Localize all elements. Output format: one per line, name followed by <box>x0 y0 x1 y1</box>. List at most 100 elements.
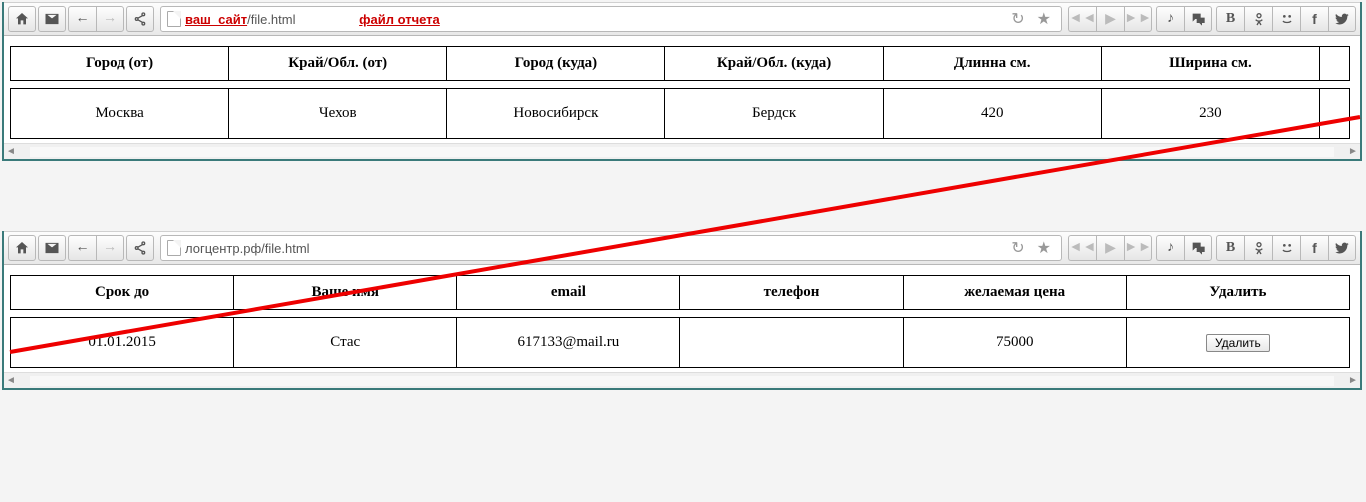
address-text-top: ваш_сайт/file.html файл отчета <box>185 12 1003 27</box>
moimir-button[interactable] <box>1272 235 1300 261</box>
h-scrollbar-top[interactable]: ◄ ► <box>4 143 1360 159</box>
h-scrollbar-bottom[interactable]: ◄ ► <box>4 372 1360 388</box>
col-header: email <box>457 276 680 310</box>
cell-deadline: 01.01.2015 <box>11 318 234 368</box>
col-header-empty <box>1320 47 1350 81</box>
col-header: Город (куда) <box>447 47 665 81</box>
chat-button[interactable] <box>1184 6 1212 32</box>
face-icon <box>1279 240 1295 256</box>
page-icon <box>167 11 181 27</box>
twitter-button[interactable] <box>1328 6 1356 32</box>
cell: 230 <box>1101 89 1319 139</box>
browser-window-top: ← → ваш_сайт/file.html файл отчета ↻ ★ ◄… <box>2 2 1362 161</box>
address-text-bottom: логцентр.рф/file.html <box>185 241 1003 256</box>
bookmark-icon[interactable]: ★ <box>1033 9 1055 29</box>
media-next-button[interactable]: ►► <box>1124 6 1152 32</box>
col-header: Город (от) <box>11 47 229 81</box>
cell-phone <box>680 318 903 368</box>
media-prev-button[interactable]: ◄◄ <box>1068 6 1096 32</box>
mail-icon <box>44 240 60 256</box>
facebook-button[interactable]: f <box>1300 6 1328 32</box>
col-header: Длинна см. <box>883 47 1101 81</box>
cell: Новосибирск <box>447 89 665 139</box>
music-button[interactable]: ♪ <box>1156 235 1184 261</box>
moimir-button[interactable] <box>1272 6 1300 32</box>
forward-button[interactable]: → <box>96 235 124 261</box>
scroll-left-icon[interactable]: ◄ <box>4 375 18 386</box>
chat-button[interactable] <box>1184 235 1212 261</box>
bookmark-icon[interactable]: ★ <box>1033 238 1055 258</box>
home-button[interactable] <box>8 235 36 261</box>
cell-empty <box>1320 89 1350 139</box>
ok-button[interactable] <box>1244 235 1272 261</box>
share-icon <box>132 11 148 27</box>
col-header: Срок до <box>11 276 234 310</box>
ok-button[interactable] <box>1244 6 1272 32</box>
annotation-file: файл отчета <box>359 12 440 27</box>
col-header: телефон <box>680 276 903 310</box>
content-area-bottom: Срок до Ваше имя email телефон желаемая … <box>4 265 1360 372</box>
media-next-button[interactable]: ►► <box>1124 235 1152 261</box>
cell-email: 617133@mail.ru <box>457 318 680 368</box>
home-button[interactable] <box>8 6 36 32</box>
scroll-right-icon[interactable]: ► <box>1346 146 1360 157</box>
reload-icon[interactable]: ↻ <box>1007 238 1028 258</box>
nav-buttons-bottom: ← → <box>68 235 124 261</box>
share-button[interactable] <box>126 235 154 261</box>
mail-icon <box>44 11 60 27</box>
table-row: 01.01.2015 Стас 617133@mail.ru 75000 Уда… <box>11 318 1350 368</box>
twitter-icon <box>1334 240 1350 256</box>
toolbar-bottom: ← → логцентр.рф/file.html ↻ ★ ◄◄ ▶ ►► ♪ <box>4 231 1360 265</box>
annotation-site: ваш_сайт <box>185 12 247 27</box>
col-header: Ширина см. <box>1101 47 1319 81</box>
gap <box>0 161 1366 231</box>
table-header-row: Город (от) Край/Обл. (от) Город (куда) К… <box>11 47 1350 81</box>
twitter-icon <box>1334 11 1350 27</box>
address-bar-top[interactable]: ваш_сайт/file.html файл отчета ↻ ★ <box>160 6 1062 32</box>
reload-icon[interactable]: ↻ <box>1007 9 1028 29</box>
page-icon <box>167 240 181 256</box>
back-button[interactable]: ← <box>68 6 96 32</box>
table-header-row: Срок до Ваше имя email телефон желаемая … <box>11 276 1350 310</box>
table-row: Москва Чехов Новосибирск Бердск 420 230 <box>11 89 1350 139</box>
home-icon <box>14 11 30 27</box>
mail-button[interactable] <box>38 235 66 261</box>
media-prev-button[interactable]: ◄◄ <box>1068 235 1096 261</box>
scroll-thumb[interactable] <box>30 376 1334 386</box>
toolbar-top: ← → ваш_сайт/file.html файл отчета ↻ ★ ◄… <box>4 2 1360 36</box>
media-play-button[interactable]: ▶ <box>1096 235 1124 261</box>
cell-delete: Удалить <box>1126 318 1349 368</box>
vk-button[interactable]: B <box>1216 6 1244 32</box>
facebook-button[interactable]: f <box>1300 235 1328 261</box>
data-table-top: Город (от) Край/Обл. (от) Город (куда) К… <box>10 46 1350 139</box>
col-header: желаемая цена <box>903 276 1126 310</box>
col-header: Удалить <box>1126 276 1349 310</box>
right-toolbar-top: ◄◄ ▶ ►► ♪ B f <box>1068 6 1356 32</box>
chat-icon <box>1190 11 1206 27</box>
share-icon <box>132 240 148 256</box>
ok-icon <box>1251 11 1267 27</box>
delete-button[interactable]: Удалить <box>1206 334 1270 352</box>
back-button[interactable]: ← <box>68 235 96 261</box>
scroll-thumb[interactable] <box>30 147 1334 157</box>
forward-button[interactable]: → <box>96 6 124 32</box>
chat-icon <box>1190 240 1206 256</box>
media-play-button[interactable]: ▶ <box>1096 6 1124 32</box>
right-toolbar-bottom: ◄◄ ▶ ►► ♪ B f <box>1068 235 1356 261</box>
music-button[interactable]: ♪ <box>1156 6 1184 32</box>
mail-button[interactable] <box>38 6 66 32</box>
scroll-right-icon[interactable]: ► <box>1346 375 1360 386</box>
scroll-left-icon[interactable]: ◄ <box>4 146 18 157</box>
nav-buttons-top: ← → <box>68 6 124 32</box>
cell-name: Стас <box>234 318 457 368</box>
twitter-button[interactable] <box>1328 235 1356 261</box>
address-bar-bottom[interactable]: логцентр.рф/file.html ↻ ★ <box>160 235 1062 261</box>
cell: Бердск <box>665 89 883 139</box>
ok-icon <box>1251 240 1267 256</box>
home-icon <box>14 240 30 256</box>
share-button[interactable] <box>126 6 154 32</box>
vk-button[interactable]: B <box>1216 235 1244 261</box>
face-icon <box>1279 11 1295 27</box>
content-area-top: Город (от) Край/Обл. (от) Город (куда) К… <box>4 36 1360 143</box>
col-header: Край/Обл. (от) <box>229 47 447 81</box>
